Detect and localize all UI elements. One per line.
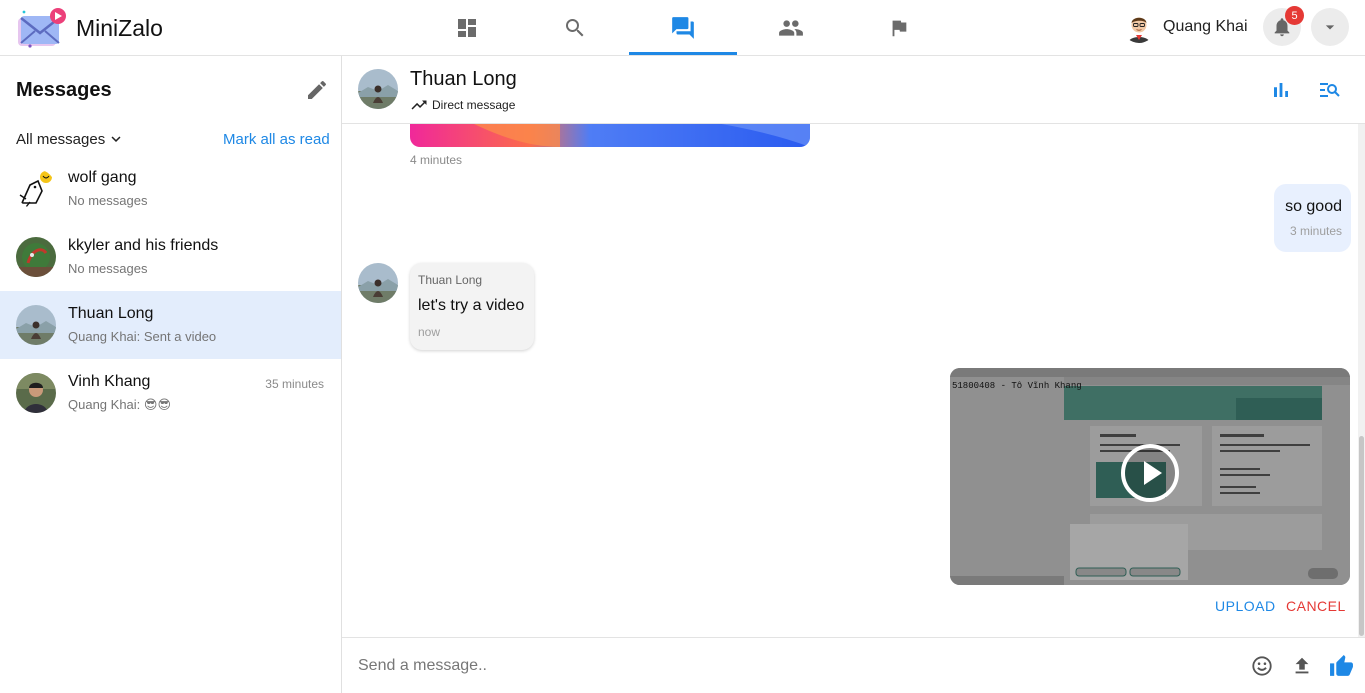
conversation-item[interactable]: wolf gang No messages	[0, 155, 341, 223]
smiley-icon	[1252, 656, 1272, 676]
people-icon	[779, 20, 803, 36]
avatar	[16, 373, 56, 413]
thumbs-up-icon	[1330, 655, 1353, 676]
caret-down-icon	[1325, 25, 1335, 30]
top-app-bar: MiniZalo Quang Khai 5	[0, 0, 1365, 56]
scrollbar-thumb[interactable]	[1359, 436, 1364, 636]
tab-search[interactable]	[521, 0, 629, 56]
mark-all-read-link[interactable]: Mark all as read	[223, 131, 330, 148]
new-message-button[interactable]	[305, 78, 329, 102]
upload-button[interactable]: UPLOAD	[1215, 598, 1276, 614]
bar-chart-icon	[1274, 83, 1288, 97]
chevron-down-icon	[111, 136, 121, 142]
chat-title: Thuan Long	[410, 68, 517, 90]
tab-messages[interactable]	[629, 0, 737, 56]
search-in-chat-button[interactable]	[1317, 78, 1341, 102]
video-caption: 51800408 - Tô Vĩnh Khang	[952, 381, 1082, 391]
conversation-item-selected[interactable]: Thuan Long Quang Khai: Sent a video	[0, 291, 341, 359]
conversation-preview: Quang Khai: Sent a video	[68, 329, 217, 344]
message-time: now	[418, 325, 441, 339]
filter-label: All messages	[16, 130, 106, 148]
incoming-message-bubble[interactable]: Thuan Long let's try a video now	[410, 263, 534, 350]
avatar	[16, 237, 56, 277]
send-like-button[interactable]	[1329, 654, 1354, 679]
app-name: MiniZalo	[76, 14, 163, 41]
tab-reports[interactable]	[845, 0, 953, 56]
search-messages-icon	[1320, 83, 1340, 97]
notification-count-badge: 5	[1285, 6, 1304, 25]
sender-avatar[interactable]	[358, 263, 398, 303]
emoji-button[interactable]	[1251, 655, 1273, 677]
user-name: Quang Khai	[1163, 18, 1248, 35]
message-text: so good	[1285, 198, 1342, 215]
conversation-time: 35 minutes	[265, 377, 324, 391]
video-preview[interactable]: 51800408 - Tô Vĩnh Khang	[950, 368, 1350, 585]
mail-logo-icon	[16, 6, 68, 50]
message-sender: Thuan Long	[418, 273, 483, 287]
avatar	[16, 305, 56, 345]
conversation-item[interactable]: kkyler and his friends No messages	[0, 223, 341, 291]
conversation-name: Thuan Long	[68, 305, 154, 322]
message-filter-dropdown[interactable]: All messages	[16, 130, 125, 148]
pencil-icon	[308, 80, 327, 99]
chat-header: Thuan Long Direct message	[342, 56, 1365, 124]
avatar	[16, 169, 56, 209]
user-profile[interactable]: Quang Khai	[1123, 9, 1248, 45]
play-circle-icon	[1121, 444, 1179, 502]
tab-friends[interactable]	[737, 0, 845, 56]
cancel-button[interactable]: CANCEL	[1286, 598, 1346, 614]
conversation-preview: No messages	[68, 261, 148, 276]
message-text: let's try a video	[418, 297, 525, 314]
brand[interactable]: MiniZalo	[16, 6, 163, 50]
chat-avatar[interactable]	[358, 69, 398, 109]
conversation-name: Vinh Khang	[68, 373, 151, 390]
chat-subtitle: Direct message	[410, 96, 515, 114]
attach-file-button[interactable]	[1291, 655, 1313, 677]
conversation-sidebar: Messages All messages Mark all as read w…	[0, 56, 342, 693]
user-avatar	[1123, 11, 1155, 43]
message-time: 4 minutes	[410, 153, 463, 167]
conversation-preview: No messages	[68, 193, 148, 208]
upload-icon	[1295, 657, 1309, 674]
chat-subtitle-text: Direct message	[432, 98, 516, 112]
conversation-name: kkyler and his friends	[68, 237, 219, 254]
conversation-preview: Quang Khai: 😎😎	[68, 397, 171, 412]
message-input[interactable]	[358, 650, 1228, 682]
flag-icon	[892, 20, 907, 37]
shared-image-message[interactable]	[410, 124, 810, 147]
conversation-name: wolf gang	[68, 169, 137, 186]
main-nav	[413, 0, 953, 56]
message-list[interactable]: 4 minutes so good 3 minutes Thuan Long l…	[342, 124, 1365, 637]
account-menu-button[interactable]	[1311, 8, 1349, 46]
play-button[interactable]	[1120, 443, 1180, 503]
trending-up-icon	[411, 100, 427, 110]
dashboard-icon	[458, 19, 476, 37]
search-icon	[566, 19, 584, 37]
own-message-bubble[interactable]: so good 3 minutes	[1274, 184, 1351, 252]
forum-icon	[672, 17, 694, 39]
sidebar-title: Messages	[16, 79, 112, 101]
tab-dashboard[interactable]	[413, 0, 521, 56]
chat-statistics-button[interactable]	[1269, 78, 1293, 102]
conversation-item[interactable]: Vinh Khang Quang Khai: 😎😎 35 minutes	[0, 359, 341, 427]
message-time: 3 minutes	[1289, 224, 1342, 238]
message-composer	[342, 637, 1365, 693]
